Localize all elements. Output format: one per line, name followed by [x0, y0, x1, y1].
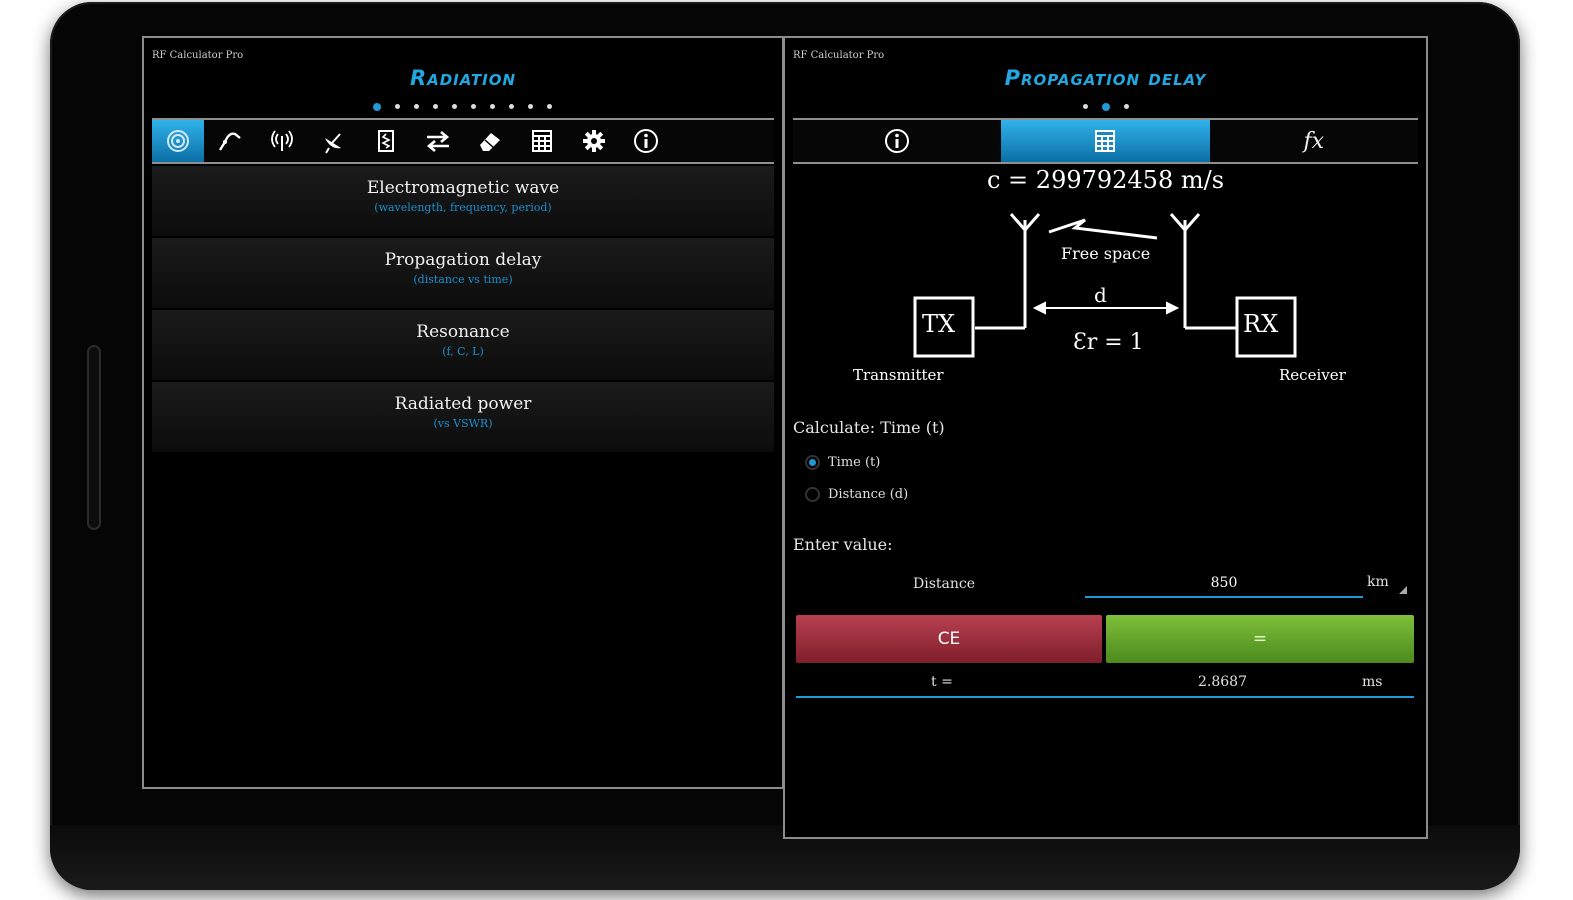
page-dot	[395, 104, 400, 109]
tab-bar: fx	[793, 118, 1418, 164]
result-unit: ms	[1362, 674, 1383, 690]
toolbar	[152, 118, 774, 164]
tab-info[interactable]	[793, 120, 1001, 162]
page-dot-active	[373, 103, 381, 111]
page-dot-active	[1101, 103, 1110, 111]
result-row: t = 2.8687 ms	[796, 670, 1414, 698]
page-indicator	[785, 103, 1426, 111]
distance-d-label: d	[1094, 283, 1107, 307]
transmitter-label: Transmitter	[853, 366, 944, 384]
list-item-title: Propagation delay	[384, 250, 542, 270]
page-dot	[509, 104, 514, 109]
app-title: RF Calculator Pro	[152, 50, 244, 61]
radio-button-selected[interactable]	[805, 455, 820, 470]
app-title: RF Calculator Pro	[793, 50, 885, 61]
list-item-title: Resonance	[416, 322, 510, 342]
tab-function[interactable]: fx	[1210, 120, 1418, 162]
enter-value-label: Enter value:	[793, 535, 893, 554]
radio-distance[interactable]: Distance (d)	[805, 487, 908, 502]
page-dot	[1082, 104, 1088, 109]
tablet-side-button	[87, 345, 101, 530]
list-item-electromagnetic-wave[interactable]: Electromagnetic wave (wavelength, freque…	[152, 166, 774, 236]
page-dot	[414, 104, 419, 109]
page-title: Radiation	[409, 66, 517, 90]
rx-antenna-icon	[1169, 213, 1237, 330]
list-item-title: Electromagnetic wave	[366, 178, 560, 198]
clear-entry-button[interactable]: CE	[796, 615, 1102, 663]
list-item-title: Radiated power	[394, 394, 532, 414]
antenna-icon[interactable]	[256, 120, 308, 162]
page-dot	[1123, 104, 1129, 109]
radio-time-label: Time (t)	[828, 455, 881, 470]
calculator-icon[interactable]	[516, 120, 568, 162]
distance-field-label: Distance	[913, 576, 976, 592]
free-space-label: Free space	[1061, 244, 1151, 263]
list-item-subtitle: (vs VSWR)	[433, 417, 493, 430]
radio-time[interactable]: Time (t)	[805, 455, 880, 470]
rx-label: RX	[1243, 310, 1279, 338]
gear-icon[interactable]	[568, 120, 620, 162]
satellite-dish-icon[interactable]	[308, 120, 360, 162]
result-label: t =	[931, 674, 953, 690]
distance-input[interactable]: 850	[1085, 568, 1363, 598]
left-screen: RF Calculator Pro Radiation Electromagne…	[142, 36, 784, 789]
curve-icon[interactable]	[204, 120, 256, 162]
receiver-label: Receiver	[1279, 366, 1346, 384]
propagation-diagram: Free space d Ɛr = 1 TX RX Transmitter Re…	[785, 206, 1426, 426]
equals-button[interactable]: =	[1106, 615, 1414, 663]
distance-unit-label: km	[1367, 574, 1389, 590]
list-item-subtitle: (wavelength, frequency, period)	[374, 201, 552, 214]
list-item-resonance[interactable]: Resonance (f, C, L)	[152, 310, 774, 380]
page-indicator	[144, 103, 782, 111]
calculator-icon	[1095, 130, 1116, 152]
calculator-list: Electromagnetic wave (wavelength, freque…	[152, 166, 774, 454]
function-icon: fx	[1303, 128, 1325, 154]
radiation-icon[interactable]	[152, 120, 204, 162]
info-icon[interactable]	[620, 120, 672, 162]
page-dot	[452, 104, 457, 109]
signal-wave-icon	[1048, 218, 1158, 240]
list-item-subtitle: (distance vs time)	[413, 273, 513, 286]
calculate-label: Calculate: Time (t)	[793, 418, 945, 437]
permittivity-label: Ɛr = 1	[1073, 330, 1144, 355]
info-icon	[885, 129, 910, 153]
list-item-subtitle: (f, C, L)	[442, 345, 484, 358]
transfer-arrows-icon[interactable]	[412, 120, 464, 162]
radio-button[interactable]	[805, 487, 820, 502]
list-item-radiated-power[interactable]: Radiated power (vs VSWR)	[152, 382, 774, 452]
page-dot	[490, 104, 495, 109]
result-value: 2.8687	[1198, 674, 1247, 690]
resistor-icon[interactable]	[360, 120, 412, 162]
page-dot	[471, 104, 476, 109]
page-dot	[433, 104, 438, 109]
right-screen: RF Calculator Pro Propagation delay fx c…	[783, 36, 1428, 839]
tab-calculator[interactable]	[1001, 120, 1210, 162]
list-item-propagation-delay[interactable]: Propagation delay (distance vs time)	[152, 238, 774, 308]
page-dot	[528, 104, 533, 109]
distance-unit-select[interactable]: km	[1367, 574, 1407, 594]
radio-distance-label: Distance (d)	[828, 487, 909, 502]
tx-antenna-icon	[975, 213, 1041, 330]
speed-of-light-formula: c = 299792458 m/s	[986, 166, 1225, 194]
eraser-icon[interactable]	[464, 120, 516, 162]
tx-label: TX	[922, 310, 956, 338]
page-dot	[547, 104, 552, 109]
page-title: Propagation delay	[1004, 66, 1207, 90]
